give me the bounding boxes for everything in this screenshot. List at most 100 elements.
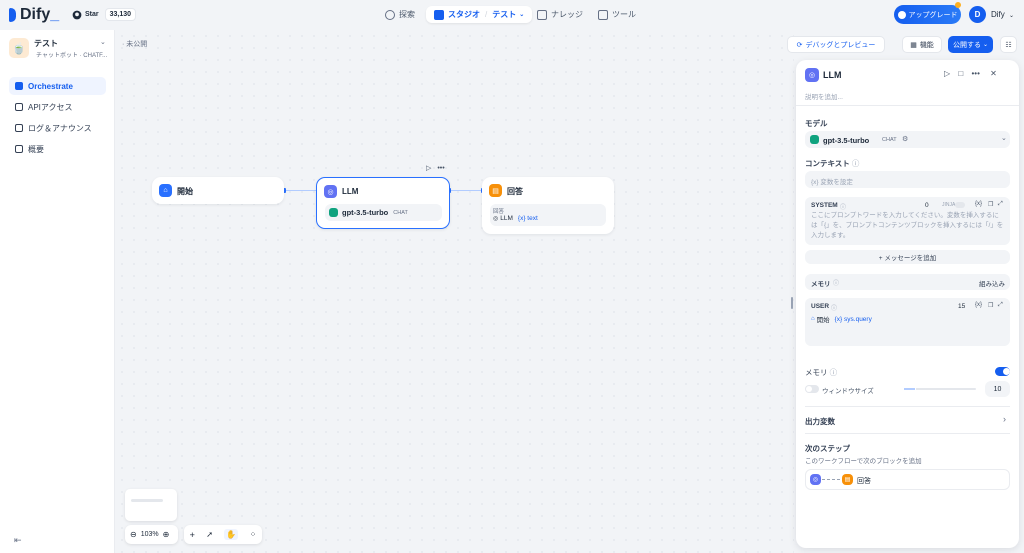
help-icon: ⓘ — [840, 205, 847, 211]
checklist-button[interactable]: ☷ — [1000, 36, 1017, 53]
memory-toggle[interactable] — [995, 367, 1010, 376]
description-input[interactable]: 説明を追加... — [805, 91, 843, 101]
nav-studio-label: スタジオ — [448, 10, 480, 19]
window-size-toggle[interactable] — [805, 385, 819, 393]
variable-icon[interactable]: {x} — [975, 201, 982, 207]
zoom-out-icon[interactable]: ⊖ — [130, 530, 137, 539]
user-label: USER — [811, 303, 830, 310]
chevron-down-icon: ⌄ — [1001, 135, 1007, 142]
node-llm-toolbar: ▷ ••• — [426, 164, 445, 172]
answer-icon: ▤ — [842, 474, 853, 485]
panel-resize-handle[interactable] — [791, 297, 793, 309]
nav-explore[interactable]: 探索 — [385, 6, 415, 23]
next-step-connector — [822, 479, 840, 480]
model-name: gpt-3.5-turbo — [823, 136, 870, 145]
publish-button[interactable]: 公開する ⌄ — [948, 36, 993, 53]
collapse-sidebar-icon[interactable]: ⇤ — [14, 535, 22, 546]
run-icon[interactable]: ▷ — [944, 69, 950, 78]
node-start[interactable]: ⌂ 開始 — [152, 177, 284, 204]
context-placeholder: {x} 変数を設定 — [811, 179, 853, 186]
chevron-down-icon[interactable]: ⌄ — [100, 38, 106, 46]
home-icon: ⌂ — [159, 184, 172, 197]
next-step-description: このワークフローで次のブロックを追加 — [805, 458, 922, 465]
sidebar-item-api-access[interactable]: APIアクセス — [9, 98, 106, 116]
memory-role-row: メモリ ⓘ 組み込み — [805, 274, 1010, 290]
chart-icon — [15, 145, 23, 153]
settings-sliders-icon[interactable]: ⚙ — [902, 135, 908, 143]
minimap[interactable] — [125, 489, 177, 521]
panel-title[interactable]: LLM — [823, 70, 842, 80]
dify-logo[interactable]: Dify _ — [9, 6, 59, 24]
nav-knowledge[interactable]: ナレッジ — [537, 6, 583, 23]
logo-mark-icon — [9, 8, 16, 22]
llm-icon: ◎ — [810, 474, 821, 485]
user-token-count: 15 — [958, 303, 966, 310]
memory-builtin-label[interactable]: 組み込み — [979, 278, 1005, 288]
panel-actions: ▷ □ ••• ✕ — [944, 69, 997, 78]
expand-icon[interactable]: ⤢ — [998, 302, 1003, 309]
model-mode: CHAT — [882, 137, 897, 143]
chevron-down-icon: ⌄ — [982, 42, 989, 48]
model-selector[interactable]: gpt-3.5-turbo CHAT ⚙ ⌄ — [805, 131, 1010, 148]
minimap-nodes — [131, 499, 163, 502]
node-answer-variable: ◎ LLM {x} text — [493, 215, 538, 222]
chevron-right-icon[interactable]: › — [1003, 414, 1006, 424]
nav-studio[interactable]: スタジオ / テスト ⌄ — [426, 6, 533, 23]
workflow-canvas[interactable]: · 未公開 ⌂ 開始 ▷ ••• ◎ LLM gpt-3.5-turbo CHA… — [116, 30, 1017, 553]
divider — [805, 433, 1010, 434]
add-message-button[interactable]: + メッセージを追加 — [805, 250, 1010, 264]
close-icon[interactable]: ✕ — [990, 69, 997, 78]
edge-llm-answer — [450, 190, 482, 191]
add-block-icon[interactable]: + — [190, 530, 195, 540]
output-variables-toggle[interactable]: 出力変数 — [805, 416, 835, 427]
sidebar-item-logs[interactable]: ログ＆アナウンス — [9, 119, 106, 137]
context-label: コンテキスト ⓘ — [805, 159, 860, 168]
app-name[interactable]: テスト — [34, 38, 58, 49]
llm-icon: ◎ — [805, 68, 819, 82]
context-variable-selector[interactable]: {x} 変数を設定 — [805, 171, 1010, 188]
node-answer[interactable]: ▤ 回答 回答 ◎ LLM {x} text — [482, 177, 614, 234]
expand-icon[interactable]: ⤢ — [998, 201, 1003, 208]
debug-preview-button[interactable]: ⟳ デバッグとプレビュー — [787, 36, 885, 53]
canvas-tools: + ➚ ✋ ⁘ — [184, 525, 262, 544]
llm-small-icon: ◎ — [493, 216, 499, 222]
zoom-in-icon[interactable]: ⊕ — [163, 530, 170, 539]
help-icon: ⓘ — [833, 281, 840, 287]
node-llm[interactable]: ◎ LLM gpt-3.5-turbo CHAT — [316, 177, 450, 229]
more-icon[interactable]: ••• — [971, 69, 979, 78]
node-config-panel: ◎ LLM ▷ □ ••• ✕ 説明を追加... モデル gpt-3.5-tur… — [796, 60, 1019, 548]
github-icon — [72, 10, 82, 19]
compass-icon — [385, 9, 395, 20]
features-button[interactable]: ▦ 機能 — [902, 36, 942, 53]
nav-tools[interactable]: ツール — [598, 6, 636, 23]
pointer-icon[interactable]: ➚ — [206, 530, 213, 539]
more-icon[interactable]: ••• — [437, 165, 444, 172]
help-book-icon[interactable]: □ — [958, 69, 963, 78]
sidebar-item-orchestrate[interactable]: Orchestrate — [9, 77, 106, 95]
run-icon[interactable]: ▷ — [426, 165, 431, 172]
sidebar-item-overview[interactable]: 概要 — [9, 140, 106, 158]
window-size-slider[interactable] — [904, 384, 976, 394]
organize-icon[interactable]: ⁘ — [250, 530, 257, 539]
app-icon: 🍵 — [9, 38, 29, 58]
account-menu[interactable]: Dify ⌄ — [991, 10, 1014, 19]
copy-icon[interactable]: ❐ — [988, 201, 993, 208]
system-prompt-editor[interactable]: SYSTEM ⓘ 0 JINJA {x} ❐ ⤢ ここにプロンプトワードを入力し… — [805, 197, 1010, 245]
hand-icon[interactable]: ✋ — [224, 529, 239, 540]
user-prompt-editor[interactable]: USER ⓘ 15 {x} ❐ ⤢ ⌂ 開始 {x} sys.query — [805, 298, 1010, 346]
jinja-toggle[interactable] — [955, 202, 965, 208]
upgrade-label: アップグレード — [908, 11, 958, 19]
window-size-input[interactable]: 10 — [985, 381, 1010, 397]
upgrade-button[interactable]: アップグレード — [894, 5, 961, 24]
avatar[interactable]: D — [969, 6, 986, 23]
variable-icon[interactable]: {x} — [975, 302, 982, 308]
github-star-button[interactable]: Star 33,130 — [72, 8, 137, 21]
sidebar: 🍵 テスト ⌄ チャットボット · CHATF... Orchestrate A… — [0, 30, 115, 553]
copy-icon[interactable]: ❐ — [988, 302, 993, 309]
zoom-level[interactable]: 103% — [141, 531, 159, 538]
memory-role-label: メモリ — [811, 281, 831, 288]
checklist-icon: ☷ — [1005, 41, 1012, 49]
brand-name: Dify — [20, 6, 51, 23]
next-step-node[interactable]: 回答 — [857, 476, 871, 486]
debug-preview-label: デバッグとプレビュー — [805, 41, 876, 49]
